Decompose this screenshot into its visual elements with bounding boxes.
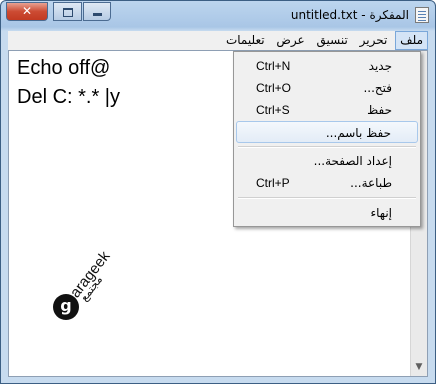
close-button[interactable]: ✕ [6, 2, 48, 21]
menu-item-label: جديد [368, 59, 392, 73]
arageek-watermark: g arageek مجتمع [45, 244, 135, 334]
minimize-button[interactable] [83, 2, 111, 21]
menu-bar: ملف تحرير تنسيق عرض تعليمات [8, 31, 428, 50]
title-bar[interactable]: ✕ untitled.txt - المفكرة [1, 1, 435, 29]
notepad-window: ✕ untitled.txt - المفكرة ملف تحرير تنسيق… [0, 0, 436, 384]
menu-item-shortcut: Ctrl+P [256, 176, 290, 190]
menu-item-save[interactable]: حفظ Ctrl+S [236, 99, 418, 121]
menu-file[interactable]: ملف [395, 31, 428, 50]
menu-item-label: فتح... [363, 81, 392, 95]
menu-item-label: حفظ باسم... [325, 126, 391, 140]
menu-item-save-as[interactable]: حفظ باسم... [236, 121, 418, 143]
menu-item-shortcut: Ctrl+O [256, 81, 292, 95]
menu-item-label: حفظ [367, 103, 392, 117]
close-icon: ✕ [21, 4, 33, 18]
window-title: untitled.txt - المفكرة [290, 8, 409, 22]
minimize-icon [92, 13, 102, 16]
menu-separator [238, 146, 416, 148]
menu-help[interactable]: تعليمات [222, 31, 269, 50]
menu-edit[interactable]: تحرير [356, 31, 392, 50]
scroll-down-icon[interactable]: ▼ [411, 359, 427, 376]
editor-line: Echo off@ [17, 57, 111, 79]
maximize-button[interactable] [53, 2, 82, 21]
menu-format[interactable]: تنسيق [313, 31, 352, 50]
menu-item-new[interactable]: جديد Ctrl+N [236, 55, 418, 77]
menu-item-label: إعداد الصفحة... [313, 154, 392, 168]
maximize-icon [62, 8, 73, 17]
menu-separator [238, 197, 416, 199]
menu-view[interactable]: عرض [272, 31, 308, 50]
menu-item-label: طباعة... [350, 176, 392, 190]
menu-item-label: إنهاء [370, 206, 392, 220]
menu-item-open[interactable]: فتح... Ctrl+O [236, 77, 418, 99]
menu-item-shortcut: Ctrl+S [256, 103, 290, 117]
editor-line: Del C: *.* |y [17, 86, 120, 108]
menu-item-print[interactable]: طباعة... Ctrl+P [236, 172, 418, 194]
menu-item-page-setup[interactable]: إعداد الصفحة... [236, 150, 418, 172]
menu-item-shortcut: Ctrl+N [256, 59, 291, 73]
notepad-app-icon[interactable] [415, 7, 429, 23]
menu-item-exit[interactable]: إنهاء [236, 202, 418, 224]
file-menu-dropdown: جديد Ctrl+N فتح... Ctrl+O حفظ Ctrl+S حفظ… [233, 51, 421, 227]
